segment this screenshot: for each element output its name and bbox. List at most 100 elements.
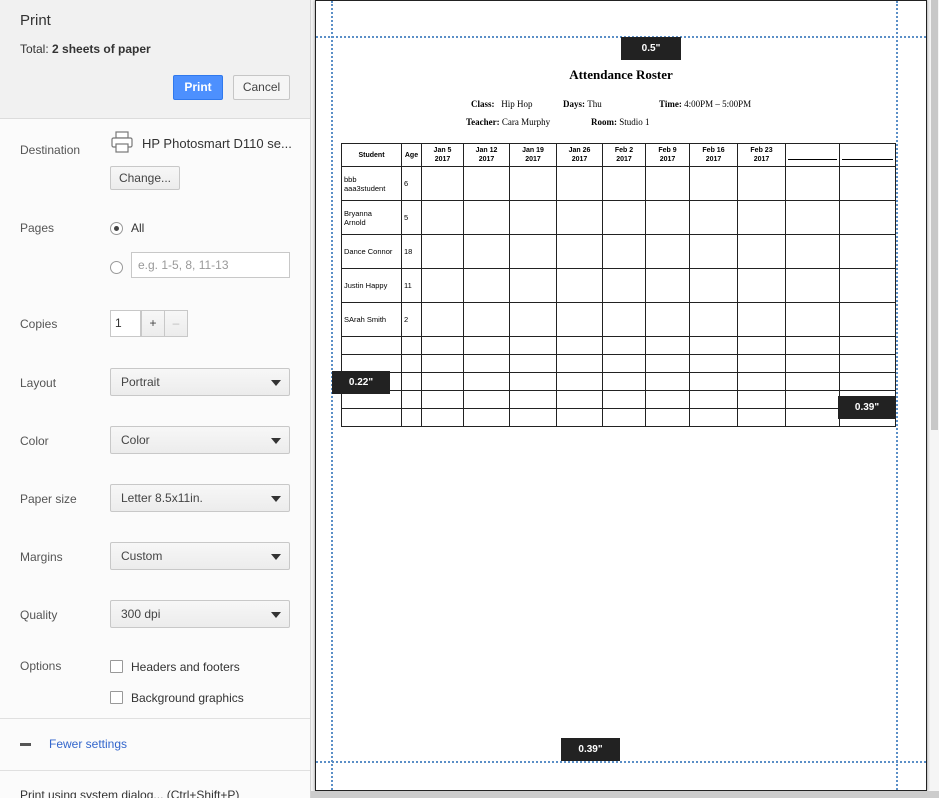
copies-decrement-button[interactable]: – [164,310,188,337]
attendance-cell [737,200,786,235]
attendance-table: Student Age Jan 5 2017 Jan 12 2017 Jan 19 2… [341,143,896,427]
blank-column-header [785,143,840,167]
attendance-cell [839,268,896,303]
empty-cell [737,336,786,355]
student-name: Bryanna [344,208,372,218]
destination-label: Destination [20,143,81,157]
date-column-header: Feb 23 2017 [737,143,786,167]
attendance-cell [463,200,510,235]
right-margin-guide[interactable] [896,1,898,790]
margins-label: Margins [20,550,63,564]
empty-cell [689,354,738,373]
attendance-cell [421,234,464,269]
empty-cell [509,408,557,427]
time-value: 4:00PM – 5:00PM [684,99,752,109]
layout-select[interactable]: Portrait [110,368,290,396]
cancel-button[interactable]: Cancel [233,75,290,100]
margins-select[interactable]: Custom [110,542,290,570]
student-name: Justin Happy [344,281,388,290]
copies-increment-button[interactable]: + [141,310,165,337]
attendance-cell [839,234,896,269]
empty-cell [689,390,738,409]
empty-cell [421,354,464,373]
empty-cell [556,408,603,427]
background-graphics-checkbox[interactable] [110,691,123,704]
empty-cell [463,372,510,391]
change-destination-button[interactable]: Change... [110,166,180,190]
headers-footers-checkbox[interactable] [110,660,123,673]
room-label: Room: [591,117,617,127]
pages-all-radio[interactable] [110,222,123,235]
teacher-label: Teacher: [466,117,500,127]
teacher-value: Cara Murphy [501,117,551,127]
attendance-cell [645,302,690,337]
attendance-cell [421,302,464,337]
divider [0,770,310,771]
empty-cell [602,336,646,355]
paper-size-value: Letter 8.5x11in. [121,491,203,505]
table-row: Dance Connor 18 [341,234,896,269]
dialog-title: Print [20,12,51,29]
time-label: Time: [659,99,682,109]
print-settings-panel: Print Total: 2 sheets of paper Print Can… [0,0,311,798]
print-button[interactable]: Print [173,75,223,100]
empty-cell [645,336,690,355]
attendance-cell [602,234,646,269]
room-info: Room: Studio 1 [591,117,650,127]
empty-cell [556,336,603,355]
pages-range-radio[interactable] [110,261,123,274]
empty-cell [401,372,422,391]
quality-select[interactable]: 300 dpi [110,600,290,628]
pages-range-input[interactable]: e.g. 1-5, 8, 11-13 [131,252,290,278]
attendance-cell [785,200,840,235]
copies-input[interactable]: 1 [110,310,141,337]
empty-cell [602,390,646,409]
attendance-cell [509,302,557,337]
attendance-cell [737,302,786,337]
attendance-cell [645,200,690,235]
empty-cell [556,372,603,391]
empty-cell [463,336,510,355]
divider [0,718,310,719]
empty-cell [645,390,690,409]
options-label: Options [20,659,62,673]
scrollbar-thumb[interactable] [931,0,938,430]
empty-cell [839,372,896,391]
destination-printer: HP Photosmart D110 se... [142,136,292,151]
empty-cell [421,336,464,355]
empty-cell [463,408,510,427]
chevron-down-icon [271,380,281,386]
student-name-cell: Justin Happy [341,268,402,303]
empty-cell [737,354,786,373]
fewer-settings-link[interactable]: Fewer settings [49,737,127,751]
date-column-header: Feb 16 2017 [689,143,738,167]
color-value: Color [121,433,150,447]
print-header: Print Total: 2 sheets of paper Print Can… [0,0,310,119]
date-column-header: Jan 12 2017 [463,143,510,167]
empty-cell [556,354,603,373]
days-info: Days: Thu [563,99,602,109]
student-column-header: Student [341,143,402,167]
student-age-cell: 18 [401,234,422,269]
empty-cell [645,408,690,427]
attendance-cell [737,166,786,201]
class-value: Hip Hop [501,99,533,109]
color-label: Color [20,434,49,448]
left-margin-guide[interactable] [331,1,333,790]
chevron-down-icon [271,612,281,618]
attendance-cell [645,268,690,303]
empty-row [341,390,896,409]
color-select[interactable]: Color [110,426,290,454]
system-dialog-link[interactable]: Print using system dialog... (Ctrl+Shift… [20,788,239,798]
student-name-cell: Dance Connor [341,234,402,269]
empty-cell [421,408,464,427]
empty-row [341,408,896,427]
attendance-cell [556,234,603,269]
paper-size-select[interactable]: Letter 8.5x11in. [110,484,290,512]
chevron-down-icon [271,438,281,444]
attendance-cell [689,234,738,269]
bottom-margin-guide[interactable] [316,761,926,763]
printer-icon [111,131,133,153]
attendance-cell [785,166,840,201]
blank-column-header [839,143,896,167]
